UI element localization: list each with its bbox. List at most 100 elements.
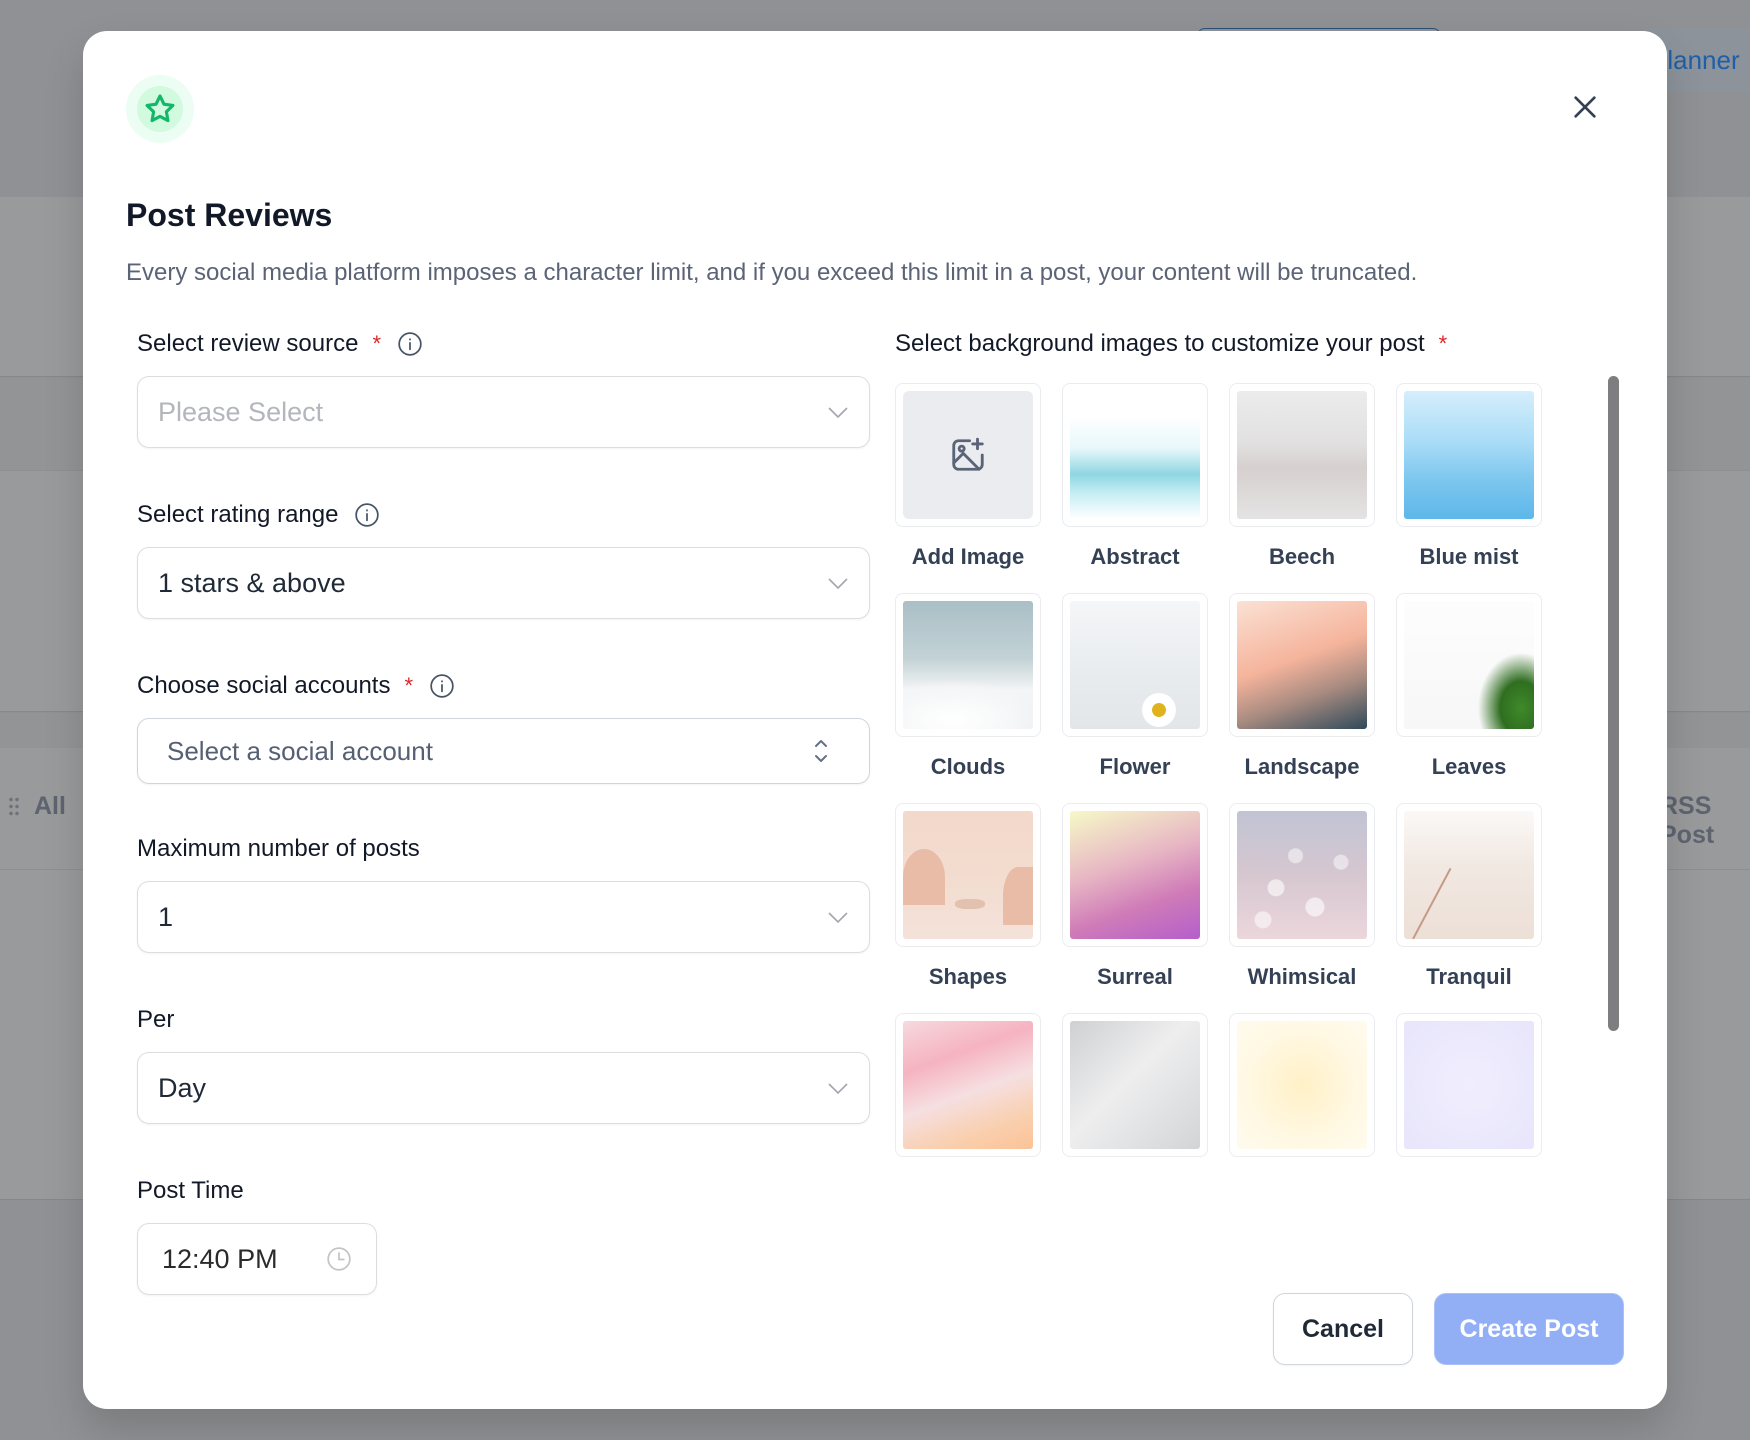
post-time-field: Post Time 12:40 PM xyxy=(137,1174,870,1295)
modal-icon-badge xyxy=(126,75,194,143)
background-image-card[interactable] xyxy=(1229,803,1375,947)
rating-range-label: Select rating range xyxy=(137,501,339,528)
background-image-tile[interactable]: Surreal xyxy=(1062,803,1208,990)
required-asterisk: * xyxy=(372,331,381,356)
chevron-down-icon xyxy=(828,912,848,924)
info-icon[interactable] xyxy=(397,331,423,357)
modal-title: Post Reviews xyxy=(126,197,333,233)
background-image-card[interactable] xyxy=(1062,803,1208,947)
review-source-label-row: Select review source * xyxy=(137,327,870,361)
max-posts-select[interactable]: 1 xyxy=(137,881,870,953)
background-image-thumbnail xyxy=(1237,811,1367,939)
background-image-label: Landscape xyxy=(1244,754,1360,779)
background-images-section: Select background images to customize yo… xyxy=(895,327,1627,1157)
background-image-tile[interactable] xyxy=(895,1013,1041,1157)
background-image-card[interactable] xyxy=(1062,383,1208,527)
background-image-tile[interactable]: Abstract xyxy=(1062,383,1208,570)
post-reviews-modal: Post Reviews Every social media platform… xyxy=(83,31,1667,1409)
background-image-tile[interactable] xyxy=(1062,1013,1208,1157)
max-posts-value: 1 xyxy=(158,901,174,932)
image-plus-icon xyxy=(952,437,984,471)
per-select[interactable]: Day xyxy=(137,1052,870,1124)
background-image-tile[interactable] xyxy=(1396,1013,1542,1157)
per-label: Per xyxy=(137,1006,175,1033)
background-image-grid: Add Image Abstract Beech Blue mist Clouds Flo… xyxy=(895,383,1615,1231)
social-accounts-label-row: Choose social accounts * xyxy=(137,669,870,703)
background-image-thumbnail xyxy=(1237,391,1367,519)
chevron-down-icon xyxy=(828,1083,848,1095)
background-image-label: Tranquil xyxy=(1426,964,1512,989)
background-image-card[interactable] xyxy=(1062,1013,1208,1157)
drag-handle-icon xyxy=(8,795,20,818)
post-time-value: 12:40 PM xyxy=(162,1243,278,1274)
background-image-card[interactable] xyxy=(1396,1013,1542,1157)
info-icon[interactable] xyxy=(429,673,455,699)
background-image-card[interactable] xyxy=(1396,593,1542,737)
background-image-tile[interactable]: Clouds xyxy=(895,593,1041,780)
background-image-card[interactable] xyxy=(895,803,1041,947)
info-icon[interactable] xyxy=(354,502,380,528)
background-image-tile[interactable]: Whimsical xyxy=(1229,803,1375,990)
post-time-label-row: Post Time xyxy=(137,1174,870,1208)
post-time-input[interactable]: 12:40 PM xyxy=(137,1223,377,1295)
background-rss-post: RSS Post xyxy=(1660,792,1750,850)
rating-range-value: 1 stars & above xyxy=(158,567,346,598)
background-image-tile[interactable]: Leaves xyxy=(1396,593,1542,780)
background-image-tile[interactable] xyxy=(1229,1013,1375,1157)
background-image-label: Beech xyxy=(1268,544,1336,569)
background-image-thumbnail xyxy=(1237,601,1367,729)
cancel-button[interactable]: Cancel xyxy=(1273,1293,1413,1365)
per-field: Per Day xyxy=(137,1003,870,1124)
create-post-button[interactable]: Create Post xyxy=(1434,1293,1624,1365)
background-image-tile[interactable]: Tranquil xyxy=(1396,803,1542,990)
background-image-label: Clouds xyxy=(930,754,1006,779)
background-image-label: Whimsical xyxy=(1247,964,1357,989)
social-accounts-select[interactable]: Select a social account xyxy=(137,718,870,784)
post-time-label: Post Time xyxy=(137,1177,244,1204)
background-image-tile[interactable]: Flower xyxy=(1062,593,1208,780)
cancel-label: Cancel xyxy=(1302,1314,1384,1343)
background-image-label: Abstract xyxy=(1090,544,1180,569)
background-image-thumbnail xyxy=(1070,601,1200,729)
background-image-label: Surreal xyxy=(1097,964,1173,989)
background-image-tile[interactable]: Blue mist xyxy=(1396,383,1542,570)
background-image-thumbnail xyxy=(1404,1021,1534,1149)
background-image-thumbnail xyxy=(1404,391,1534,519)
background-image-thumbnail xyxy=(1070,811,1200,939)
background-image-thumbnail xyxy=(1404,811,1534,939)
background-image-card[interactable] xyxy=(895,1013,1041,1157)
background-image-thumbnail xyxy=(1070,391,1200,519)
background-image-card[interactable] xyxy=(895,593,1041,737)
background-image-card[interactable] xyxy=(1229,593,1375,737)
close-icon xyxy=(1574,96,1596,118)
background-image-thumbnail xyxy=(903,1021,1033,1149)
form-column: Select review source * Please Select Sel… xyxy=(137,327,870,1339)
background-image-tile[interactable]: Shapes xyxy=(895,803,1041,990)
clock-icon[interactable] xyxy=(326,1246,352,1272)
per-value: Day xyxy=(158,1072,207,1103)
close-button[interactable] xyxy=(1569,91,1601,123)
background-images-label-row: Select background images to customize yo… xyxy=(895,327,1627,361)
background-image-thumbnail xyxy=(903,811,1033,939)
max-posts-field: Maximum number of posts 1 xyxy=(137,832,870,953)
review-source-placeholder: Please Select xyxy=(158,396,324,427)
background-image-card[interactable] xyxy=(1229,383,1375,527)
rss-post-label: RSS Post xyxy=(1660,792,1715,849)
background-image-label: Add Image xyxy=(911,544,1025,569)
image-grid-scrollbar[interactable] xyxy=(1608,376,1619,1031)
social-accounts-field: Choose social accounts * Select a social… xyxy=(137,669,870,784)
background-image-card[interactable] xyxy=(1229,1013,1375,1157)
background-image-tile[interactable]: Beech xyxy=(1229,383,1375,570)
background-image-card[interactable] xyxy=(1062,593,1208,737)
social-accounts-placeholder: Select a social account xyxy=(167,735,433,766)
background-image-card[interactable] xyxy=(1396,383,1542,527)
background-image-card[interactable] xyxy=(1396,803,1542,947)
background-image-label: Blue mist xyxy=(1419,544,1519,569)
rating-range-select[interactable]: 1 stars & above xyxy=(137,547,870,619)
review-source-select[interactable]: Please Select xyxy=(137,376,870,448)
review-source-label: Select review source xyxy=(137,330,359,357)
background-image-tile[interactable]: Landscape xyxy=(1229,593,1375,780)
add-image-button[interactable] xyxy=(895,383,1041,527)
add-image-tile[interactable]: Add Image xyxy=(895,383,1041,570)
rating-range-label-row: Select rating range xyxy=(137,498,870,532)
